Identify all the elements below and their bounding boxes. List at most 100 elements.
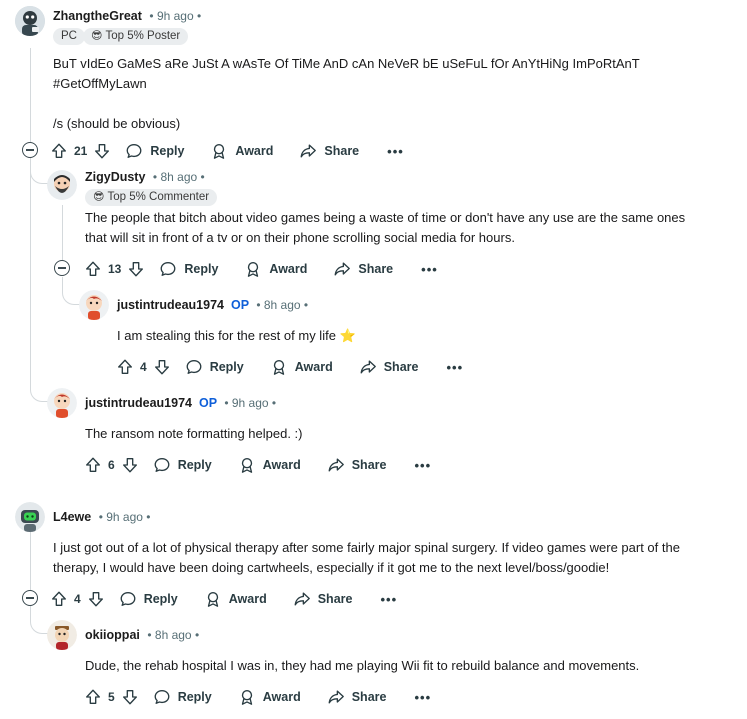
avatar[interactable]	[79, 290, 109, 320]
username[interactable]: justintrudeau1974	[85, 396, 192, 410]
downvote-icon[interactable]	[93, 142, 111, 160]
reply-button[interactable]: Reply	[153, 688, 212, 706]
share-icon	[328, 690, 344, 704]
more-options-button[interactable]: •••	[414, 458, 431, 473]
award-button[interactable]: Award	[238, 456, 301, 474]
downvote-icon[interactable]	[87, 590, 105, 608]
comment-body: I am stealing this for the rest of my li…	[117, 328, 356, 343]
award-button[interactable]: Award	[238, 688, 301, 706]
upvote-icon[interactable]	[84, 456, 102, 474]
award-icon	[273, 360, 284, 375]
downvote-icon[interactable]	[153, 358, 171, 376]
reply-button[interactable]: Reply	[185, 358, 244, 376]
comment-actions: 5 Reply Award Share •••	[84, 686, 431, 708]
user-flair: 😎 Top 5% Poster	[83, 28, 189, 45]
upvote-icon[interactable]	[84, 688, 102, 706]
username[interactable]: okiioppai	[85, 628, 140, 642]
sunglasses-emoji: 😎	[93, 191, 105, 203]
award-button[interactable]: Award	[210, 142, 273, 160]
reply-icon	[120, 592, 136, 606]
thread-line	[30, 48, 31, 142]
collapse-icon[interactable]	[54, 260, 70, 276]
vote-count: 4	[140, 360, 147, 374]
share-icon	[360, 360, 376, 374]
upvote-icon[interactable]	[50, 142, 68, 160]
comment-actions: 4 Reply Award Share •••	[116, 356, 463, 378]
comment-header: L4ewe • 9h ago •	[53, 510, 151, 524]
username[interactable]: L4ewe	[53, 510, 91, 524]
award-icon	[214, 144, 225, 159]
thread-connector	[30, 606, 48, 634]
award-icon	[241, 458, 252, 473]
downvote-icon[interactable]	[127, 260, 145, 278]
more-icon: •••	[387, 143, 404, 159]
avatar[interactable]	[15, 6, 45, 36]
avatar[interactable]	[15, 502, 45, 532]
timestamp[interactable]: 8h ago	[155, 628, 192, 642]
username[interactable]: ZigyDusty	[85, 170, 145, 184]
share-button[interactable]: Share	[293, 590, 352, 608]
vote-count: 21	[74, 144, 88, 158]
comment-actions: 4 Reply Award Share •••	[50, 588, 397, 610]
more-options-button[interactable]: •••	[421, 262, 438, 277]
reply-button[interactable]: Reply	[125, 142, 184, 160]
username[interactable]: ZhangtheGreat	[53, 9, 142, 23]
timestamp[interactable]: 8h ago	[160, 170, 197, 184]
thread-line	[62, 205, 63, 261]
upvote-icon[interactable]	[50, 590, 68, 608]
timestamp[interactable]: 9h ago	[157, 9, 194, 23]
share-button[interactable]: Share	[299, 142, 359, 160]
upvote-icon[interactable]	[116, 358, 134, 376]
timestamp[interactable]: 9h ago	[106, 510, 143, 524]
comment-body: I just got out of a lot of physical ther…	[53, 540, 680, 575]
reply-icon	[126, 144, 142, 158]
comment-header: okiioppai • 8h ago •	[85, 628, 200, 642]
comment-actions: 6 Reply Award Share •••	[84, 454, 431, 476]
op-badge: OP	[230, 298, 249, 312]
share-button[interactable]: Share	[359, 358, 418, 376]
downvote-icon[interactable]	[121, 688, 139, 706]
reply-button[interactable]: Reply	[153, 456, 212, 474]
more-icon: •••	[421, 261, 438, 277]
vote-count: 5	[108, 690, 115, 704]
op-badge: OP	[198, 396, 217, 410]
share-icon	[328, 458, 344, 472]
upvote-icon[interactable]	[84, 260, 102, 278]
share-icon	[334, 262, 351, 276]
comment-header: justintrudeau1974 OP • 8h ago •	[117, 298, 309, 312]
more-icon: •••	[414, 689, 432, 705]
avatar[interactable]	[47, 620, 77, 650]
share-icon	[294, 592, 310, 606]
reply-icon	[160, 262, 176, 276]
more-options-button[interactable]: •••	[380, 592, 397, 607]
timestamp[interactable]: 9h ago	[232, 396, 269, 410]
thread-line	[30, 530, 31, 590]
avatar[interactable]	[47, 388, 77, 418]
comment-actions: 21 Reply Award Share •••	[50, 140, 404, 162]
award-button[interactable]: Award	[244, 260, 307, 278]
award-button[interactable]: Award	[270, 358, 333, 376]
timestamp[interactable]: 8h ago	[264, 298, 301, 312]
downvote-icon[interactable]	[121, 456, 139, 474]
comment-header: ZhangtheGreat • 9h ago •	[53, 9, 202, 23]
more-options-button[interactable]: •••	[414, 690, 431, 705]
comment-header: justintrudeau1974 OP • 9h ago •	[85, 396, 277, 410]
collapse-icon[interactable]	[22, 142, 38, 158]
avatar[interactable]	[47, 170, 77, 200]
award-button[interactable]: Award	[204, 590, 267, 608]
award-icon	[241, 690, 252, 705]
share-button[interactable]: Share	[327, 688, 386, 706]
more-options-button[interactable]: •••	[387, 144, 404, 159]
reply-button[interactable]: Reply	[159, 260, 218, 278]
more-options-button[interactable]: •••	[446, 360, 463, 375]
comment-body: The ransom note formatting helped. :)	[85, 426, 303, 441]
share-button[interactable]: Share	[333, 260, 393, 278]
collapse-icon[interactable]	[22, 590, 38, 606]
thread-connector	[62, 277, 80, 305]
award-icon	[248, 262, 259, 277]
comment-body: The people that bitch about video games …	[85, 210, 686, 245]
sunglasses-emoji: 😎	[91, 30, 103, 42]
share-button[interactable]: Share	[327, 456, 386, 474]
username[interactable]: justintrudeau1974	[117, 298, 224, 312]
reply-button[interactable]: Reply	[119, 590, 178, 608]
